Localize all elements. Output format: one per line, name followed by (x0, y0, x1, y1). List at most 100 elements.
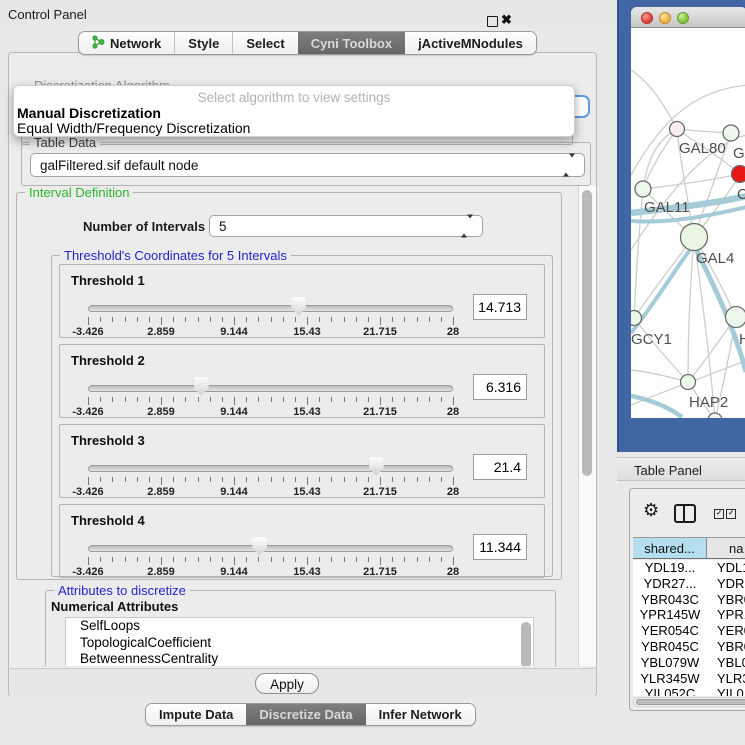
table-row[interactable]: YPR145WYPR1 (633, 607, 745, 623)
slider-thumb[interactable] (291, 297, 306, 316)
cell-shared-name: YDL19... (633, 560, 707, 576)
slider-ticks (88, 477, 453, 486)
node-label: C (737, 186, 745, 203)
tab-style[interactable]: Style (174, 32, 232, 54)
table-row[interactable]: YBR043CYBR0 (633, 592, 745, 608)
network-canvas[interactable]: GAL80GACGAL11GAL4GCY1HHAP2 (631, 28, 745, 418)
tab-label: Impute Data (159, 707, 233, 722)
cell-name: YIL0 (707, 686, 745, 696)
threshold-block-4: Threshold 4-3.4262.8599.14415.4321.71528… (59, 504, 545, 578)
column-header-na[interactable]: na (707, 538, 745, 558)
slider-track[interactable] (88, 545, 453, 552)
cell-shared-name: YER054C (633, 623, 707, 639)
slider-tick-labels: -3.4262.8599.14415.4321.71528 (88, 566, 453, 578)
network-view-window: GAL80GACGAL11GAL4GCY1HHAP2 (631, 7, 745, 418)
slider-ticks (88, 317, 453, 326)
numerical-attributes-list[interactable]: SelfLoopsTopologicalCoefficientBetweenne… (65, 617, 534, 666)
algorithm-option-equal-width-frequency-discretization[interactable]: Equal Width/Frequency Discretization (17, 120, 250, 136)
network-node-gcy1[interactable] (631, 311, 642, 326)
network-node-ga[interactable] (723, 125, 739, 141)
float-window-icon[interactable] (487, 16, 498, 27)
tab-label: Network (110, 36, 161, 51)
threshold-value-field[interactable]: 21.4 (473, 454, 527, 480)
attributes-group: Attributes to discretize Numerical Attri… (45, 590, 556, 666)
table-hscrollbar-track[interactable] (633, 697, 745, 707)
cell-name: YBL0 (707, 655, 745, 671)
threshold-value-field[interactable]: 11.344 (473, 534, 527, 560)
node-label: H (739, 331, 745, 348)
tab-impute-data[interactable]: Impute Data (146, 704, 246, 725)
column-header-shared-[interactable]: shared... (633, 538, 707, 558)
slider-track[interactable] (88, 305, 453, 312)
checkbox-icon[interactable]: ✓ (726, 509, 736, 519)
table-row[interactable]: YLR345WYLR3 (633, 671, 745, 687)
columns-icon[interactable] (674, 504, 696, 523)
gear-icon[interactable]: ⚙ (643, 501, 659, 519)
table-row[interactable]: YBL079WYBL0 (633, 655, 745, 671)
slider-thumb[interactable] (194, 377, 209, 396)
list-scrollbar[interactable] (521, 622, 531, 666)
apply-button[interactable]: Apply (255, 673, 319, 694)
table-data-select[interactable]: galFiltered.sif default node (30, 153, 585, 177)
table-row[interactable]: YER054CYER0 (633, 623, 745, 639)
algorithm-option-manual-discretization[interactable]: Manual Discretization (17, 105, 161, 121)
tab-label: Select (246, 36, 284, 51)
number-of-intervals-select[interactable]: 5 (209, 215, 483, 237)
slider-track[interactable] (88, 465, 453, 472)
slider-tick-labels: -3.4262.8599.14415.4321.71528 (88, 326, 453, 338)
slider-ticks (88, 397, 453, 406)
attribute-item-topologicalcoefficient[interactable]: TopologicalCoefficient (66, 635, 533, 652)
close-traffic-light[interactable] (641, 12, 653, 24)
table-row[interactable]: YDR27...YDR2 (633, 576, 745, 592)
slider-thumb[interactable] (252, 537, 267, 556)
tab-cyni-toolbox[interactable]: Cyni Toolbox (298, 32, 405, 54)
tab-select[interactable]: Select (232, 32, 297, 54)
cell-shared-name: YDR27... (633, 576, 707, 592)
threshold-block-2: Threshold 2-3.4262.8599.14415.4321.71528… (59, 344, 545, 418)
close-icon[interactable]: ✖ (501, 12, 512, 28)
tab-label: jActiveMNodules (418, 36, 523, 51)
algorithm-hint-text: Select algorithm to view settings (14, 90, 574, 105)
cell-shared-name: YIL052C (633, 686, 707, 696)
threshold-block-3: Threshold 3-3.4262.8599.14415.4321.71528… (59, 424, 545, 498)
stepper-arrows-icon (461, 219, 473, 234)
table-hscrollbar-thumb[interactable] (636, 699, 745, 705)
minimize-traffic-light[interactable] (659, 12, 671, 24)
slider-track[interactable] (88, 385, 453, 392)
attribute-item-betweennesscentrality[interactable]: BetweennessCentrality (66, 651, 533, 666)
network-node-h[interactable] (726, 307, 745, 328)
network-icon (92, 35, 105, 52)
table-row[interactable]: YIL052CYIL0 (633, 686, 745, 696)
table-row[interactable]: YBR045CYBR0 (633, 639, 745, 655)
tab-network[interactable]: Network (79, 32, 174, 54)
network-node-hap2[interactable] (681, 375, 696, 390)
tab-discretize-data[interactable]: Discretize Data (246, 704, 365, 725)
tab-infer-network[interactable]: Infer Network (366, 704, 475, 725)
threshold-label: Threshold 2 (71, 353, 145, 368)
tab-label: Infer Network (379, 707, 462, 722)
threshold-value-field[interactable]: 14.713 (473, 294, 527, 320)
threshold-label: Threshold 3 (71, 433, 145, 448)
tab-jactivemnodules[interactable]: jActiveMNodules (405, 32, 536, 54)
tab-label: Discretize Data (259, 707, 352, 722)
slider-thumb[interactable] (369, 457, 384, 476)
checkbox-icon[interactable]: ✓ (714, 509, 724, 519)
panel-scrollbar-track[interactable] (578, 186, 596, 666)
network-node-gal4[interactable] (681, 224, 708, 251)
network-node-gal11[interactable] (635, 181, 651, 197)
panel-scrollbar-thumb[interactable] (582, 190, 592, 476)
node-label: HAP2 (689, 394, 728, 411)
table-row[interactable]: YDL19...YDL1 (633, 560, 745, 576)
zoom-traffic-light[interactable] (677, 12, 689, 24)
cell-shared-name: YLR345W (633, 671, 707, 687)
network-node-gal80[interactable] (670, 122, 685, 137)
tab-label: Cyni Toolbox (311, 36, 392, 51)
table-panel-titlebar: Table Panel (617, 457, 745, 481)
table-data-group: Table Data galFiltered.sif default node (21, 142, 591, 186)
network-node-c[interactable] (732, 166, 745, 183)
cell-shared-name: YBR045C (633, 639, 707, 655)
node-label: GAL11 (644, 199, 690, 216)
attribute-item-selfloops[interactable]: SelfLoops (66, 618, 533, 635)
threshold-value-field[interactable]: 6.316 (473, 374, 527, 400)
number-of-intervals-label: Number of Intervals (83, 219, 205, 234)
